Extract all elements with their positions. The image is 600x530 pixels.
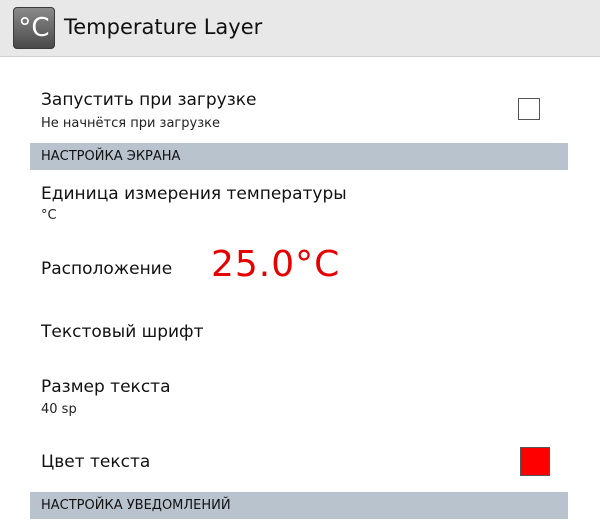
temperature-preview[interactable]: 25.0°C — [211, 244, 340, 285]
setting-text-size-title: Размер текста — [41, 377, 171, 397]
autostart-checkbox[interactable] — [518, 98, 540, 120]
title-bar: °C Temperature Layer — [0, 0, 600, 57]
setting-autostart-summary: Не начнётся при загрузке — [41, 116, 220, 131]
app-title: Temperature Layer — [64, 15, 263, 39]
setting-autostart-title: Запустить при загрузке — [41, 90, 257, 110]
setting-position-title: Расположение — [41, 259, 173, 279]
text-color-swatch[interactable] — [520, 447, 550, 476]
thermometer-celsius-icon: °C — [13, 7, 55, 49]
setting-unit-summary: °C — [41, 208, 57, 223]
setting-text-color-title: Цвет текста — [41, 452, 151, 472]
section-header-notifications: НАСТРОЙКА УВЕДОМЛЕНИЙ — [30, 492, 568, 519]
setting-unit-title: Единица измерения температуры — [41, 184, 347, 204]
setting-text-size-summary: 40 sp — [41, 402, 77, 417]
section-header-display: НАСТРОЙКА ЭКРАНА — [30, 143, 568, 170]
setting-font-title: Текстовый шрифт — [41, 322, 204, 342]
